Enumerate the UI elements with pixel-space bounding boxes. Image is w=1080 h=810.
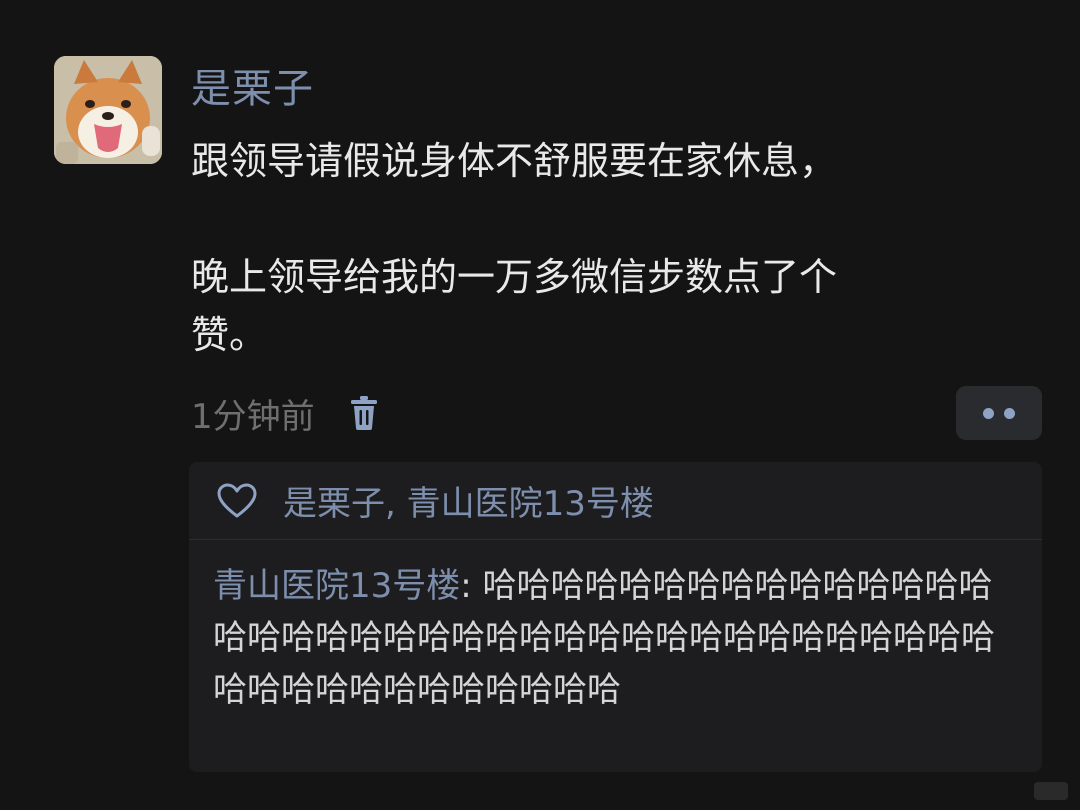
likes-row: 是栗子, 青山医院13号楼 xyxy=(189,462,1042,540)
interactions-panel: 是栗子, 青山医院13号楼 青山医院13号楼: 哈哈哈哈哈哈哈哈哈哈哈哈哈哈哈哈… xyxy=(189,462,1042,772)
post-time: 1分钟前 xyxy=(191,396,315,437)
moments-post: 是栗子 跟领导请假说身体不舒服要在家休息， 晚上领导给我的一万多微信步数点了个 … xyxy=(0,0,1080,810)
content-line: 赞。 xyxy=(191,313,268,357)
more-dots-icon xyxy=(1004,407,1015,419)
more-dots-icon xyxy=(983,407,994,419)
shiba-avatar-icon xyxy=(54,56,162,164)
heart-icon xyxy=(217,483,257,517)
avatar[interactable] xyxy=(54,56,162,164)
author-name[interactable]: 是栗子 xyxy=(191,62,314,116)
likers-list[interactable]: 是栗子, 青山医院13号楼 xyxy=(283,476,654,525)
comment[interactable]: 青山医院13号楼: 哈哈哈哈哈哈哈哈哈哈哈哈哈哈哈哈哈哈哈哈哈哈哈哈哈哈哈哈哈哈… xyxy=(189,540,1042,716)
comment-separator: : xyxy=(460,566,483,606)
content-line: 晚上领导给我的一万多微信步数点了个 xyxy=(191,255,838,299)
post-content: 跟领导请假说身体不舒服要在家休息， 晚上领导给我的一万多微信步数点了个 赞。 xyxy=(191,132,1011,364)
post-meta: 1分钟前 xyxy=(191,388,379,438)
more-button[interactable] xyxy=(956,386,1042,440)
comment-author[interactable]: 青山医院13号楼 xyxy=(213,566,460,606)
trash-icon[interactable] xyxy=(349,395,379,431)
content-line: 跟领导请假说身体不舒服要在家休息， xyxy=(191,139,838,183)
watermark-logo xyxy=(1034,782,1068,800)
